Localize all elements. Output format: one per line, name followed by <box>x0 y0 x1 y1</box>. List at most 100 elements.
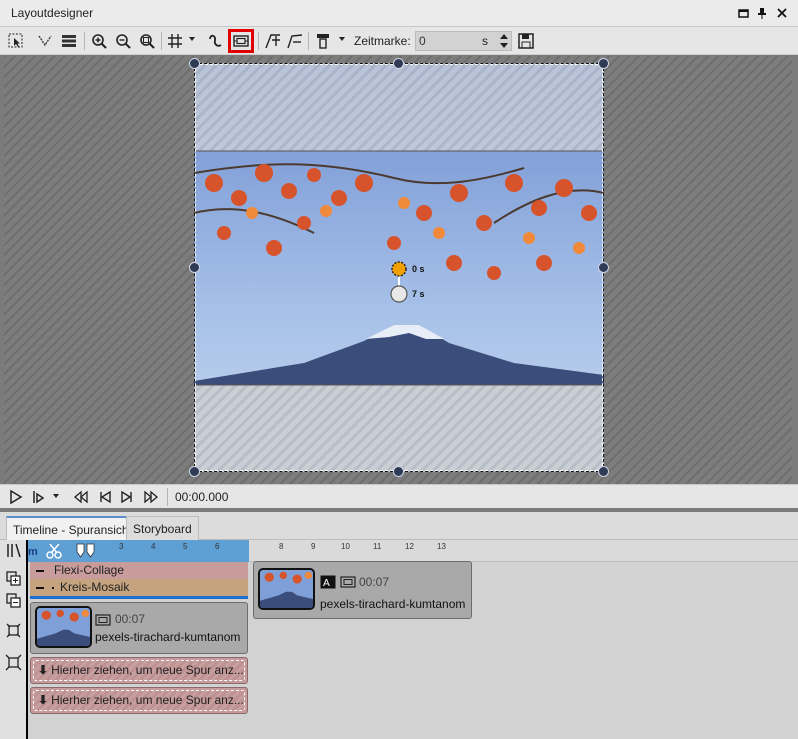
clip-thumbnail <box>258 568 315 610</box>
clip-outer[interactable]: A 00:07 pexels-tirachard-kumtanom <box>253 561 472 619</box>
previous-icon[interactable] <box>97 489 113 505</box>
clip-inner[interactable]: 00:07 pexels-tirachard-kumtanom <box>30 602 248 654</box>
magnet-icon[interactable] <box>34 30 56 52</box>
dropzone-label: Hierher ziehen, um neue Spur anz... <box>51 693 244 707</box>
motion-path-icon[interactable] <box>204 30 226 52</box>
minimize-icon[interactable] <box>736 5 752 21</box>
keyframe-start-label: 0 s <box>412 264 425 274</box>
ruler-tick: 11 <box>373 542 382 551</box>
keyframe-end-label: 7 s <box>412 289 425 299</box>
next-icon[interactable] <box>119 489 135 505</box>
collapse-toggle-icon[interactable] <box>36 569 44 572</box>
close-icon[interactable] <box>774 5 790 21</box>
snap-icon[interactable] <box>5 542 22 559</box>
zeitmarke-unit: s <box>482 34 488 48</box>
resize-handle[interactable] <box>189 58 200 69</box>
play-dropdown-icon[interactable] <box>53 494 59 498</box>
zoom-out-icon[interactable] <box>112 30 134 52</box>
cut-icon[interactable] <box>45 542 65 560</box>
layers-icon[interactable] <box>58 30 80 52</box>
new-track-dropzone[interactable]: ⬇ Hierher ziehen, um neue Spur anz... <box>30 657 248 684</box>
ruler-tick: 3 <box>119 542 124 551</box>
playback-bar: 00:00.000 <box>0 484 798 508</box>
clip-duration: 00:07 <box>359 575 390 589</box>
motion-path-markers[interactable] <box>388 257 412 303</box>
clip-name: pexels-tirachard-kumtanom <box>95 630 241 644</box>
resize-handle[interactable] <box>393 466 404 477</box>
fast-forward-icon[interactable] <box>143 489 159 505</box>
play-icon[interactable] <box>8 489 24 505</box>
zoom-fit-icon[interactable] <box>136 30 158 52</box>
camera-pan-clip-icon <box>95 614 111 626</box>
track-flexi-collage[interactable]: Flexi-Collage <box>30 562 248 579</box>
timeline-tools <box>0 540 28 739</box>
ruler-tick: 9 <box>311 542 316 551</box>
separator <box>84 32 85 50</box>
add-track-icon[interactable] <box>5 570 22 587</box>
zeitmarke-label: Zeitmarke: <box>354 34 411 48</box>
ruler-marker: m <box>28 546 38 558</box>
timeline-ruler[interactable]: m 3 4 5 6 8 9 10 11 12 13 <box>28 540 798 562</box>
separator <box>161 32 162 50</box>
ruler-tick: 8 <box>279 542 284 551</box>
clip-name: pexels-tirachard-kumtanom <box>320 597 466 611</box>
play-from-icon[interactable] <box>30 489 46 505</box>
track-label: Flexi-Collage <box>54 563 125 577</box>
drop-arrow-icon: ⬇ <box>38 693 49 707</box>
timeline-panel: Timeline - Spuransicht Storyboard m 3 4 … <box>0 512 798 739</box>
tab-spuransicht[interactable]: Timeline - Spuransicht <box>6 516 139 540</box>
track-kreis-mosaik[interactable]: Kreis-Mosaik <box>30 579 248 599</box>
separator <box>258 32 259 50</box>
playhead[interactable] <box>26 540 28 739</box>
keyframe-add-icon[interactable] <box>262 30 284 52</box>
tab-bar: Timeline - Spuransicht Storyboard <box>0 512 798 540</box>
camera-pan-tool[interactable] <box>228 29 254 53</box>
pin-icon[interactable] <box>754 5 770 21</box>
zoom-in-icon[interactable] <box>88 30 110 52</box>
ruler-tick: 4 <box>151 542 156 551</box>
keyframe-curve-icon[interactable] <box>284 30 306 52</box>
resize-handle[interactable] <box>598 262 609 273</box>
zeitmarke-stepper[interactable] <box>498 32 510 50</box>
window-title: Layoutdesigner <box>11 6 94 20</box>
grid-icon[interactable] <box>164 30 186 52</box>
timecode: 00:00.000 <box>175 490 229 504</box>
ruler-tick: 10 <box>341 542 350 551</box>
clip-duration: 00:07 <box>115 612 146 626</box>
track-dot-icon <box>52 586 54 589</box>
collapse-toggle-icon[interactable] <box>36 586 44 589</box>
camera-pan-clip-icon <box>340 576 356 588</box>
tab-storyboard[interactable]: Storyboard <box>126 516 199 540</box>
new-track-dropzone[interactable]: ⬇ Hierher ziehen, um neue Spur anz... <box>30 687 248 714</box>
drop-arrow-icon: ⬇ <box>38 663 49 677</box>
grid-dropdown-icon[interactable] <box>189 37 195 41</box>
svg-text:A: A <box>323 578 330 589</box>
select-tool-icon[interactable] <box>5 30 27 52</box>
camera-pan-icon <box>233 35 249 47</box>
ruler-tick: 13 <box>437 542 446 551</box>
marker-icon[interactable] <box>75 542 99 560</box>
dropzone-label: Hierher ziehen, um neue Spur anz... <box>51 663 244 677</box>
toolbar: Zeitmarke: s <box>0 27 798 55</box>
expand-icon[interactable] <box>5 622 22 639</box>
text-effect-icon: A <box>320 575 336 589</box>
ruler-tick: 6 <box>215 542 220 551</box>
title-bar: Layoutdesigner <box>0 0 798 27</box>
remove-track-icon[interactable] <box>5 592 22 609</box>
ruler-tick: 5 <box>183 542 188 551</box>
track-label: Kreis-Mosaik <box>60 580 130 594</box>
resize-handle[interactable] <box>598 58 609 69</box>
rewind-icon[interactable] <box>73 489 89 505</box>
collapse-icon[interactable] <box>5 654 22 671</box>
align-dropdown-icon[interactable] <box>339 37 345 41</box>
separator <box>167 488 168 506</box>
resize-handle[interactable] <box>189 262 200 273</box>
resize-handle[interactable] <box>393 58 404 69</box>
align-icon[interactable] <box>312 30 334 52</box>
resize-handle[interactable] <box>189 466 200 477</box>
save-icon[interactable] <box>515 30 537 52</box>
ruler-tick: 12 <box>405 542 414 551</box>
resize-handle[interactable] <box>598 466 609 477</box>
separator <box>308 32 309 50</box>
layoutdesigner-panel: Layoutdesigner Zeitmarke: 0 s 0 s 7 s 00… <box>0 0 798 512</box>
